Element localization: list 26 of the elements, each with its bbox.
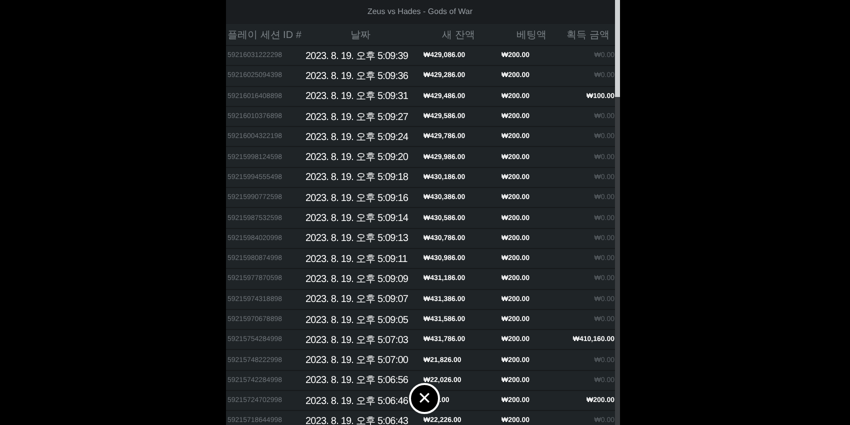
table-cell-text: 2023. 8. 19. 오후 5:09:05 (306, 314, 410, 326)
table-cell-text: 2023. 8. 19. 오후 5:09:36 (306, 70, 410, 83)
column-header: 획득 금액 (566, 28, 610, 42)
table-cell-text: 2023. 8. 19. 오후 5:09:09 (306, 272, 410, 286)
table-cell-text: 2023. 8. 19. 오후 5:09:18 (306, 171, 410, 184)
table-cell-text: 2023. 8. 19. 오후 5:09:39 (306, 50, 410, 63)
table-cell-text: 2023. 8. 19. 오후 5:07:00 (306, 354, 410, 368)
table-cell-text: 2023. 8. 19. 오후 5:09:14 (306, 212, 410, 226)
table-cell-text: 2023. 8. 19. 오후 5:06:43 (306, 414, 410, 425)
scrollbar[interactable] (614, 0, 620, 425)
column-header: 베팅액 (516, 28, 548, 42)
table-cell-text: 2023. 8. 19. 오후 5:09:24 (306, 130, 410, 144)
table-cell-text: 2023. 8. 19. 오후 5:07:03 (306, 334, 410, 347)
column-header: 새 잔액 (441, 28, 476, 42)
table-cell-text: 2023. 8. 19. 오후 5:06:56 (306, 374, 410, 388)
table-cell-text: 2023. 8. 19. 오후 5:09:16 (306, 192, 410, 205)
column-header: 날짜 (350, 28, 372, 42)
table-cell-text: 2023. 8. 19. 오후 5:09:13 (306, 232, 410, 246)
table-cell-text: 2023. 8. 19. 오후 5:06:46 (306, 394, 410, 408)
table-cell-text: 2023. 8. 19. 오후 5:09:20 (306, 151, 410, 164)
table-cell-text: 2023. 8. 19. 오후 5:09:07 (306, 293, 410, 306)
table-cell-text: 2023. 8. 19. 오후 5:09:31 (306, 90, 410, 104)
game-title: Zeus vs Hades - Gods of War (226, 0, 614, 24)
table-cell-text: 2023. 8. 19. 오후 5:09:11 (306, 252, 408, 266)
table-cell-text: 2023. 8. 19. 오후 5:09:27 (306, 110, 410, 124)
column-header: 플레이 세션 ID # (226, 28, 302, 42)
